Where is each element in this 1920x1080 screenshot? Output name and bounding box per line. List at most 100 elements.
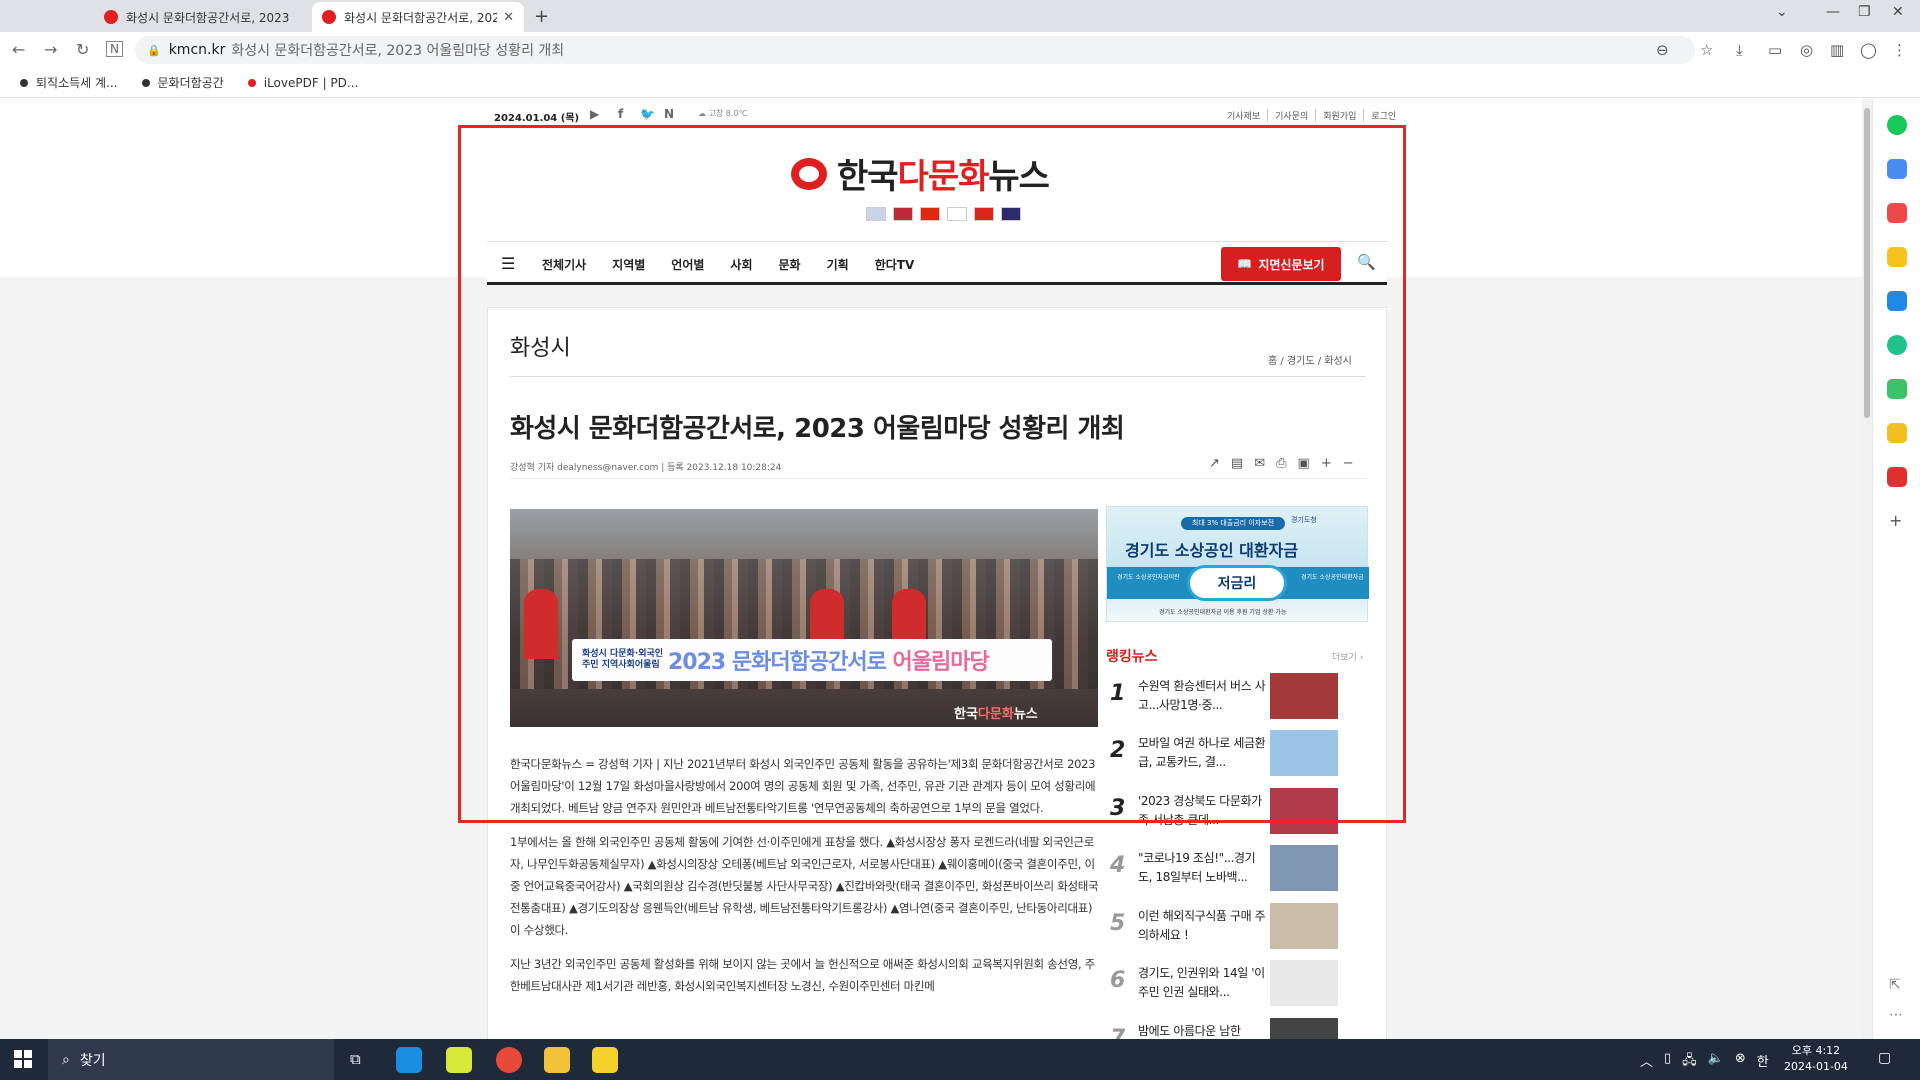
search-icon[interactable]: 🔍 xyxy=(1357,253,1376,271)
site-logo[interactable]: 한국다문화뉴스 xyxy=(783,149,1050,198)
menu-item-region[interactable]: 지역별 xyxy=(612,256,645,273)
forward-icon[interactable]: → xyxy=(44,40,57,59)
browser-tab[interactable]: 화성시 문화더함공간서로, 2023 xyxy=(94,2,302,32)
korea-flag-icon[interactable] xyxy=(866,207,886,221)
top-link[interactable]: 회원가입 xyxy=(1315,109,1363,122)
youtube-icon[interactable]: ▶ xyxy=(590,107,599,121)
chrome-app-icon[interactable] xyxy=(496,1047,522,1073)
bookmark-item[interactable]: 퇴직소득세 계... xyxy=(20,74,118,91)
close-tab-icon[interactable]: ✕ xyxy=(503,10,514,25)
email-icon[interactable]: ✉ xyxy=(1254,456,1265,471)
hamburger-menu-icon[interactable]: ☰ xyxy=(501,254,515,273)
ranking-item[interactable]: 7 밤에도 아름다운 남한 xyxy=(1106,1018,1368,1039)
sidebar-toggle-icon[interactable]: ▥ xyxy=(1830,41,1844,59)
twitter-icon[interactable]: 🐦 xyxy=(640,107,655,121)
share-icon[interactable]: ↗ xyxy=(1209,456,1220,471)
ranking-more-link[interactable]: 더보기 › xyxy=(1332,650,1363,663)
notification-icon[interactable]: ▢ xyxy=(1878,1050,1891,1066)
ad-banner[interactable]: 최대 3% 대출금리 이자보전 경기도청 경기도 소상공인 대환자금 경기도 소… xyxy=(1106,506,1369,622)
scrap-icon[interactable]: ▣ xyxy=(1298,456,1310,471)
section-title: 화성시 xyxy=(510,336,571,361)
menu-item-culture[interactable]: 문화 xyxy=(779,256,801,273)
back-icon[interactable]: ← xyxy=(12,40,25,59)
tray-up-arrow-icon[interactable]: ︿ xyxy=(1640,1051,1653,1073)
copy-url-icon[interactable]: ▤ xyxy=(1231,456,1243,471)
restore-button[interactable]: ❐ xyxy=(1858,4,1871,20)
font-decrease-icon[interactable]: − xyxy=(1343,456,1354,471)
open-external-icon[interactable]: ⇱ xyxy=(1889,977,1901,993)
top-link[interactable]: 로그인 xyxy=(1363,109,1403,122)
menu-item-language[interactable]: 언어별 xyxy=(671,256,704,273)
profile-icon[interactable]: ◯ xyxy=(1860,41,1877,59)
usa-flag-icon[interactable] xyxy=(893,207,913,221)
more-icon[interactable]: ⋯ xyxy=(1889,1007,1903,1023)
green-app-icon[interactable] xyxy=(1887,115,1907,135)
taskbar-search[interactable]: ⌕ 찾기 xyxy=(48,1039,334,1080)
page-scroll-thumb[interactable] xyxy=(1864,108,1870,418)
zoom-icon[interactable]: ⊖ xyxy=(1656,41,1669,59)
webtoon-app-icon[interactable] xyxy=(1887,379,1907,399)
system-clock[interactable]: 오후 4:12 2024-01-04 xyxy=(1784,1043,1848,1075)
ranking-item[interactable]: 3 '2023 경상북도 다문화가족 서남총 큰데... xyxy=(1106,788,1368,838)
network-icon[interactable]: 🖧 xyxy=(1682,1051,1697,1073)
bookmark-item[interactable]: iLovePDF | PD... xyxy=(247,76,358,90)
tray-x-icon[interactable]: ⊗ xyxy=(1735,1051,1746,1073)
ad-pill: 최대 3% 대출금리 이자보전 xyxy=(1181,517,1285,530)
japan-flag-icon[interactable] xyxy=(947,207,967,221)
thailand-flag-icon[interactable] xyxy=(1001,207,1021,221)
china-flag-icon[interactable] xyxy=(920,207,940,221)
print-icon[interactable]: ⎙ xyxy=(1276,456,1286,471)
facebook-icon[interactable]: f xyxy=(618,107,623,121)
ranking-item[interactable]: 2 모바일 여권 하나로 세금환급, 교통카드, 결... xyxy=(1106,730,1368,780)
ranking-item[interactable]: 5 이런 해외직구식품 구매 주의하세요 ! xyxy=(1106,903,1368,953)
tab-search-icon[interactable]: ⌄ xyxy=(1776,4,1788,20)
ime-indicator[interactable]: 한 xyxy=(1757,1051,1769,1073)
download-icon[interactable]: ⤓ xyxy=(1736,41,1743,59)
font-increase-icon[interactable]: + xyxy=(1321,456,1332,471)
whale-app-icon[interactable] xyxy=(446,1047,472,1073)
calendar-app-icon[interactable] xyxy=(1887,159,1907,179)
naver-blog-icon[interactable]: N xyxy=(664,107,674,121)
minimize-button[interactable]: — xyxy=(1826,4,1840,20)
now-app-icon[interactable] xyxy=(1887,467,1907,487)
windows-start-icon[interactable] xyxy=(14,1050,32,1068)
vietnam-flag-icon[interactable] xyxy=(974,207,994,221)
browser-tab-active[interactable]: 화성시 문화더함공간서로, 2023 ✕ xyxy=(312,2,524,32)
rank-title: 이런 해외직구식품 구매 주의하세요 ! xyxy=(1138,909,1266,942)
volume-icon[interactable]: 🔈 xyxy=(1708,1051,1724,1073)
menu-item-feature[interactable]: 기획 xyxy=(827,256,849,273)
add-app-icon[interactable]: + xyxy=(1889,511,1902,530)
new-tab-button[interactable]: + xyxy=(534,6,549,27)
capture-icon[interactable]: ◎ xyxy=(1800,41,1813,59)
breadcrumb[interactable]: 홈 / 경기도 / 화성시 xyxy=(1268,352,1352,367)
play-app-icon[interactable] xyxy=(1887,335,1907,355)
menu-item-society[interactable]: 사회 xyxy=(730,256,752,273)
menu-item-tv[interactable]: 한다TV xyxy=(875,256,915,273)
bookmark-item[interactable]: 문화더함공간 xyxy=(141,74,224,91)
translate-app-icon[interactable] xyxy=(1887,291,1907,311)
kakaotalk-app-icon[interactable] xyxy=(592,1047,618,1073)
address-bar[interactable]: 🔒 kmcn.kr 화성시 문화더함공간서로, 2023 어울림마당 성황리 개… xyxy=(135,36,1695,64)
naver-icon[interactable]: N xyxy=(106,41,123,57)
ranking-item[interactable]: 6 경기도, 인권위와 14일 '이주민 인권 실태와... xyxy=(1106,960,1368,1010)
close-window-button[interactable]: ✕ xyxy=(1892,4,1904,20)
star-app-icon[interactable] xyxy=(1887,247,1907,267)
file-explorer-icon[interactable] xyxy=(544,1047,570,1073)
top-link[interactable]: 기사제보 xyxy=(1220,109,1267,122)
top-links: 기사제보 기사문의 회원가입 로그인 xyxy=(1220,109,1403,122)
reload-icon[interactable]: ↻ xyxy=(76,40,89,59)
top-link[interactable]: 기사문의 xyxy=(1267,109,1315,122)
tab-icon[interactable]: ▭ xyxy=(1768,41,1782,59)
ranking-item[interactable]: 4 "코로나19 조심!"...경기도, 18일부터 노바백... xyxy=(1106,845,1368,895)
edge-app-icon[interactable] xyxy=(396,1047,422,1073)
system-tray: ︿ ▯ 🖧 🔈 ⊗ 한 xyxy=(1640,1051,1780,1073)
view-paper-button[interactable]: 📖 지면신문보기 xyxy=(1221,247,1341,281)
pocket-app-icon[interactable] xyxy=(1887,203,1907,223)
bookmark-star-icon[interactable]: ☆ xyxy=(1700,41,1713,59)
menu-item-all[interactable]: 전체기사 xyxy=(542,256,586,273)
menu-dots-icon[interactable]: ⋮ xyxy=(1892,41,1907,59)
tray-device-icon[interactable]: ▯ xyxy=(1664,1051,1671,1073)
task-view-icon[interactable]: ⧉ xyxy=(350,1050,361,1068)
ranking-item[interactable]: 1 수원역 환승센터서 버스 사고...사망1명·중... xyxy=(1106,673,1368,723)
memo-app-icon[interactable] xyxy=(1887,423,1907,443)
